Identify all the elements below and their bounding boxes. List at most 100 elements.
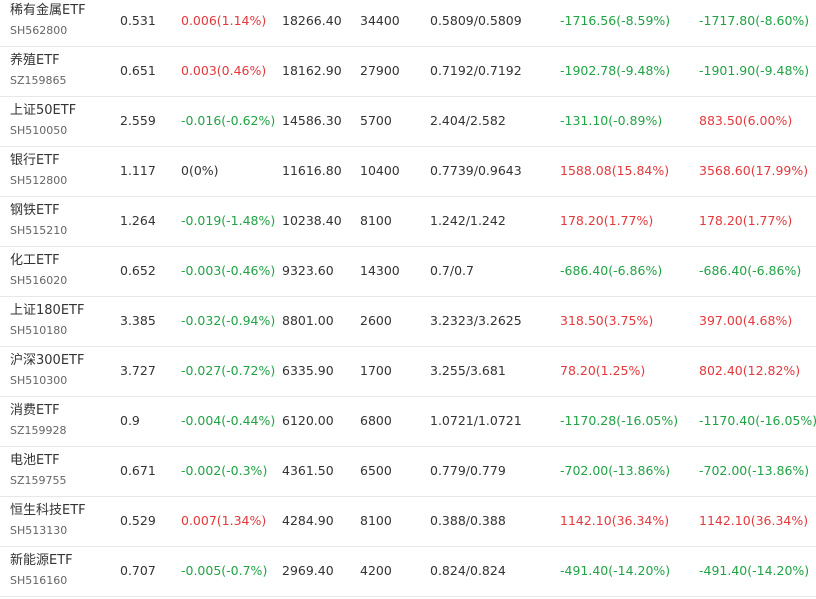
profit-loss: -131.10(-0.89%)	[560, 113, 663, 128]
etf-name[interactable]: 沪深300ETF	[10, 352, 84, 370]
cost-range: 0.7192/0.7192	[430, 63, 522, 78]
total-profit-loss: 3568.60(17.99%)	[699, 163, 809, 178]
shares: 14300	[360, 263, 400, 278]
cost-range: 0.388/0.388	[430, 513, 506, 528]
shares: 6500	[360, 463, 392, 478]
table-row[interactable]: 化工ETF SH516020 0.652 -0.003(-0.46%) 9323…	[0, 247, 816, 297]
etf-name[interactable]: 消费ETF	[10, 402, 60, 420]
etf-code: SH510050	[10, 124, 68, 137]
price: 1.117	[120, 163, 156, 178]
price-change: -0.004(-0.44%)	[181, 413, 276, 428]
price-change: -0.027(-0.72%)	[181, 363, 276, 378]
profit-loss: -702.00(-13.86%)	[560, 463, 671, 478]
profit-loss: 318.50(3.75%)	[560, 313, 654, 328]
etf-name[interactable]: 化工ETF	[10, 252, 60, 270]
profit-loss: -1170.28(-16.05%)	[560, 413, 679, 428]
shares: 10400	[360, 163, 400, 178]
price-change: -0.016(-0.62%)	[181, 113, 276, 128]
position-value: 4284.90	[282, 513, 334, 528]
position-value: 9323.60	[282, 263, 334, 278]
price-change: -0.002(-0.3%)	[181, 463, 268, 478]
cost-range: 3.255/3.681	[430, 363, 506, 378]
etf-name[interactable]: 上证50ETF	[10, 102, 76, 120]
price-change: -0.032(-0.94%)	[181, 313, 276, 328]
profit-loss: -1902.78(-9.48%)	[560, 63, 671, 78]
etf-name[interactable]: 养殖ETF	[10, 52, 60, 70]
price: 3.385	[120, 313, 156, 328]
shares: 34400	[360, 13, 400, 28]
table-row[interactable]: 上证180ETF SH510180 3.385 -0.032(-0.94%) 8…	[0, 297, 816, 347]
total-profit-loss: -686.40(-6.86%)	[699, 263, 802, 278]
etf-code: SZ159928	[10, 424, 67, 437]
price: 0.651	[120, 63, 156, 78]
cost-range: 0.779/0.779	[430, 463, 506, 478]
etf-name[interactable]: 银行ETF	[10, 152, 60, 170]
total-profit-loss: 883.50(6.00%)	[699, 113, 793, 128]
cost-range: 0.824/0.824	[430, 563, 506, 578]
table-row[interactable]: 恒生科技ETF SH513130 0.529 0.007(1.34%) 4284…	[0, 497, 816, 547]
total-profit-loss: 178.20(1.77%)	[699, 213, 793, 228]
shares: 8100	[360, 513, 392, 528]
position-value: 10238.40	[282, 213, 342, 228]
position-value: 6120.00	[282, 413, 334, 428]
price-change: -0.005(-0.7%)	[181, 563, 268, 578]
position-value: 14586.30	[282, 113, 342, 128]
shares: 2600	[360, 313, 392, 328]
cost-range: 2.404/2.582	[430, 113, 506, 128]
table-row[interactable]: 新能源ETF SH516160 0.707 -0.005(-0.7%) 2969…	[0, 547, 816, 597]
table-row[interactable]: 上证50ETF SH510050 2.559 -0.016(-0.62%) 14…	[0, 97, 816, 147]
position-value: 18162.90	[282, 63, 342, 78]
price-change: 0.006(1.14%)	[181, 13, 267, 28]
cost-range: 0.5809/0.5809	[430, 13, 522, 28]
cost-range: 1.0721/1.0721	[430, 413, 522, 428]
price-change: 0.007(1.34%)	[181, 513, 267, 528]
total-profit-loss: -1901.90(-9.48%)	[699, 63, 810, 78]
price: 0.652	[120, 263, 156, 278]
cost-range: 0.7/0.7	[430, 263, 474, 278]
table-row[interactable]: 消费ETF SZ159928 0.9 -0.004(-0.44%) 6120.0…	[0, 397, 816, 447]
shares: 5700	[360, 113, 392, 128]
etf-code: SH562800	[10, 24, 68, 37]
etf-name[interactable]: 新能源ETF	[10, 552, 73, 570]
etf-name[interactable]: 上证180ETF	[10, 302, 84, 320]
table-row[interactable]: 稀有金属ETF SH562800 0.531 0.006(1.14%) 1826…	[0, 0, 816, 47]
etf-name[interactable]: 稀有金属ETF	[10, 2, 86, 20]
shares: 6800	[360, 413, 392, 428]
etf-code: SH510180	[10, 324, 68, 337]
profit-loss: 1588.08(15.84%)	[560, 163, 670, 178]
price: 1.264	[120, 213, 156, 228]
price: 0.9	[120, 413, 140, 428]
table-row[interactable]: 银行ETF SH512800 1.117 0(0%) 11616.80 1040…	[0, 147, 816, 197]
shares: 4200	[360, 563, 392, 578]
table-row[interactable]: 电池ETF SZ159755 0.671 -0.002(-0.3%) 4361.…	[0, 447, 816, 497]
etf-name[interactable]: 电池ETF	[10, 452, 60, 470]
position-value: 2969.40	[282, 563, 334, 578]
total-profit-loss: -1717.80(-8.60%)	[699, 13, 810, 28]
position-value: 4361.50	[282, 463, 334, 478]
table-row[interactable]: 养殖ETF SZ159865 0.651 0.003(0.46%) 18162.…	[0, 47, 816, 97]
profit-loss: 178.20(1.77%)	[560, 213, 654, 228]
etf-code: SH516020	[10, 274, 68, 287]
etf-code: SZ159755	[10, 474, 67, 487]
etf-name[interactable]: 恒生科技ETF	[10, 502, 86, 520]
profit-loss: -686.40(-6.86%)	[560, 263, 663, 278]
etf-holdings-table: 稀有金属ETF SH562800 0.531 0.006(1.14%) 1826…	[0, 0, 816, 597]
etf-code: SH512800	[10, 174, 68, 187]
total-profit-loss: -1170.40(-16.05%)	[699, 413, 816, 428]
position-value: 11616.80	[282, 163, 342, 178]
profit-loss: -1716.56(-8.59%)	[560, 13, 671, 28]
table-row[interactable]: 沪深300ETF SH510300 3.727 -0.027(-0.72%) 6…	[0, 347, 816, 397]
shares: 1700	[360, 363, 392, 378]
total-profit-loss: 1142.10(36.34%)	[699, 513, 809, 528]
price-change: 0.003(0.46%)	[181, 63, 267, 78]
price-change: -0.003(-0.46%)	[181, 263, 276, 278]
position-value: 6335.90	[282, 363, 334, 378]
total-profit-loss: -491.40(-14.20%)	[699, 563, 810, 578]
etf-name[interactable]: 钢铁ETF	[10, 202, 60, 220]
table-row[interactable]: 钢铁ETF SH515210 1.264 -0.019(-1.48%) 1023…	[0, 197, 816, 247]
cost-range: 3.2323/3.2625	[430, 313, 522, 328]
cost-range: 0.7739/0.9643	[430, 163, 522, 178]
price-change: -0.019(-1.48%)	[181, 213, 276, 228]
price: 0.707	[120, 563, 156, 578]
total-profit-loss: -702.00(-13.86%)	[699, 463, 810, 478]
